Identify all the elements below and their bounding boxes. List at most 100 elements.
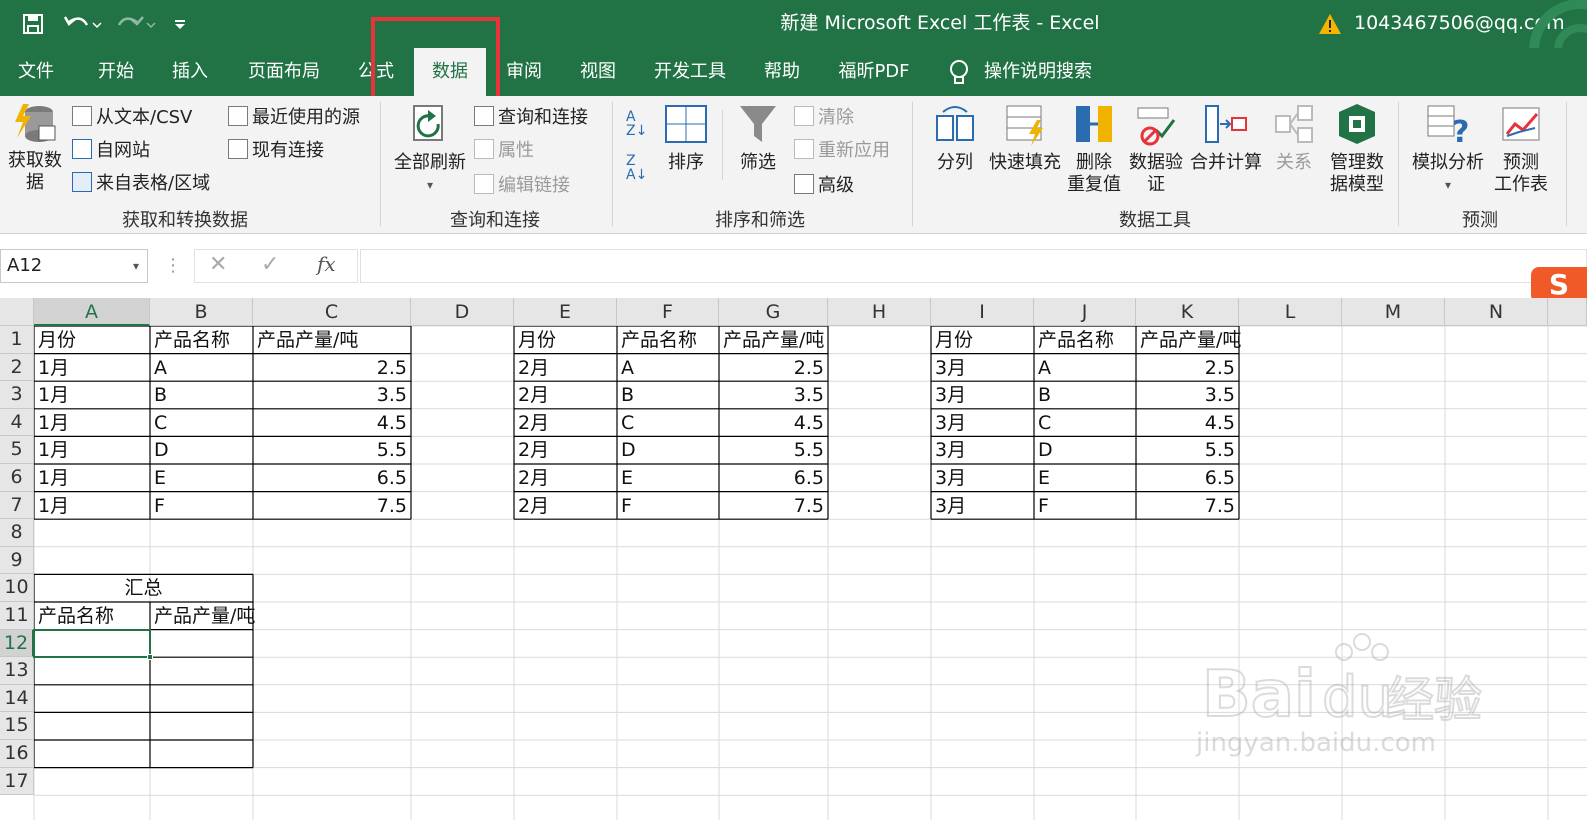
cell-product[interactable]: D <box>154 437 169 464</box>
cell-month[interactable]: 3月 <box>935 355 966 382</box>
reapply-button[interactable]: 重新应用 <box>794 135 890 163</box>
cell-product-header[interactable]: 产品名称 <box>154 327 230 354</box>
cell-product[interactable]: C <box>154 410 167 437</box>
cell-qty[interactable]: 7.5 <box>253 493 407 520</box>
column-header-a[interactable]: A <box>34 298 150 326</box>
column-header-m[interactable]: M <box>1342 298 1445 326</box>
flash-fill-button[interactable]: 快速填充 <box>986 102 1064 174</box>
cell-product[interactable]: E <box>1038 465 1050 492</box>
column-header-d[interactable]: D <box>411 298 514 326</box>
cell-product[interactable]: D <box>1038 437 1053 464</box>
cell-product[interactable]: C <box>1038 410 1051 437</box>
filter-button[interactable]: 筛选 <box>732 102 784 174</box>
cell-summary-qty-header[interactable]: 产品产量/吨 <box>154 603 255 630</box>
cell-product[interactable]: F <box>154 493 165 520</box>
cell-product[interactable]: E <box>621 465 633 492</box>
cell-month[interactable]: 2月 <box>518 355 549 382</box>
cell-month[interactable]: 1月 <box>38 382 69 409</box>
existing-connections-button[interactable]: 现有连接 <box>228 135 324 163</box>
cell-month[interactable]: 3月 <box>935 465 966 492</box>
cell-product[interactable]: A <box>154 355 167 382</box>
cancel-icon[interactable]: ✕ <box>209 252 227 277</box>
select-all-corner[interactable] <box>0 298 34 326</box>
row-header-13[interactable]: 13 <box>0 657 34 685</box>
row-header-2[interactable]: 2 <box>0 353 34 382</box>
cell-product-header[interactable]: 产品名称 <box>621 327 697 354</box>
cell-product[interactable]: B <box>1038 382 1051 409</box>
what-if-analysis-button[interactable]: ? 模拟分析 ▾ <box>1410 102 1486 196</box>
row-header-1[interactable]: 1 <box>0 326 34 354</box>
cell-month[interactable]: 1月 <box>38 355 69 382</box>
cell-qty[interactable]: 2.5 <box>719 355 824 382</box>
edit-links-button[interactable]: 编辑链接 <box>474 170 570 198</box>
cell-month[interactable]: 2月 <box>518 382 549 409</box>
cell-qty[interactable]: 6.5 <box>253 465 407 492</box>
cell-product[interactable]: B <box>154 382 167 409</box>
row-header-7[interactable]: 7 <box>0 491 34 520</box>
cell-month[interactable]: 2月 <box>518 465 549 492</box>
sort-button[interactable]: 排序 <box>660 102 712 174</box>
row-header-5[interactable]: 5 <box>0 436 34 464</box>
cell-qty-header[interactable]: 产品产量/吨 <box>257 327 358 354</box>
row-header-15[interactable]: 15 <box>0 712 34 740</box>
name-box[interactable]: A12 ▾ <box>0 249 148 283</box>
cell-qty[interactable]: 7.5 <box>719 493 824 520</box>
tab-review[interactable]: 审阅 <box>492 48 556 96</box>
row-header-11[interactable]: 11 <box>0 602 34 630</box>
column-header-j[interactable]: J <box>1034 298 1136 326</box>
fill-handle[interactable] <box>147 654 153 661</box>
cell-month[interactable]: 1月 <box>38 465 69 492</box>
column-header-h[interactable]: H <box>828 298 931 326</box>
cell-month[interactable]: 3月 <box>935 437 966 464</box>
formula-input[interactable] <box>360 249 1587 283</box>
cell-month[interactable]: 3月 <box>935 493 966 520</box>
text-to-columns-button[interactable]: 分列 <box>928 102 982 174</box>
cell-qty[interactable]: 3.5 <box>1136 382 1235 409</box>
column-header-n[interactable]: N <box>1445 298 1548 326</box>
tab-page-layout[interactable]: 页面布局 <box>236 48 332 96</box>
save-icon[interactable] <box>18 10 48 38</box>
name-box-dropdown-icon[interactable]: ▾ <box>133 250 139 282</box>
queries-connections-button[interactable]: 查询和连接 <box>474 102 588 130</box>
cell-month[interactable]: 2月 <box>518 410 549 437</box>
tab-file[interactable]: 文件 <box>4 48 68 96</box>
data-validation-button[interactable]: 数据验 证 <box>1126 102 1186 196</box>
manage-data-model-button[interactable]: 管理数 据模型 <box>1324 102 1390 196</box>
cell-qty[interactable]: 3.5 <box>253 382 407 409</box>
cell-qty-header[interactable]: 产品产量/吨 <box>1140 327 1241 354</box>
cell-qty[interactable]: 4.5 <box>253 410 407 437</box>
insert-function-icon[interactable]: fx <box>317 252 336 276</box>
row-header-9[interactable]: 9 <box>0 546 34 575</box>
get-data-button[interactable]: 获取数 据 <box>4 102 66 194</box>
row-header-6[interactable]: 6 <box>0 464 34 492</box>
cell-qty[interactable]: 6.5 <box>719 465 824 492</box>
cell-summary-product-header[interactable]: 产品名称 <box>38 603 114 630</box>
row-header-8[interactable]: 8 <box>0 519 34 547</box>
tell-me-search[interactable]: 操作说明搜索 <box>984 48 1104 96</box>
cell-qty[interactable]: 4.5 <box>1136 410 1235 437</box>
active-cell-a12[interactable] <box>33 628 151 659</box>
tab-help[interactable]: 帮助 <box>750 48 814 96</box>
cell-product[interactable]: A <box>1038 355 1051 382</box>
cell-qty[interactable]: 4.5 <box>719 410 824 437</box>
properties-button[interactable]: 属性 <box>474 135 534 163</box>
tab-view[interactable]: 视图 <box>566 48 630 96</box>
row-header-10[interactable]: 10 <box>0 574 34 602</box>
column-header-c[interactable]: C <box>253 298 411 326</box>
cell-month[interactable]: 3月 <box>935 410 966 437</box>
row-header-4[interactable]: 4 <box>0 408 34 437</box>
redo-icon[interactable] <box>114 10 160 38</box>
cell-qty[interactable]: 5.5 <box>253 437 407 464</box>
row-header-17[interactable]: 17 <box>0 767 34 796</box>
refresh-all-button[interactable]: 全部刷新 ▾ <box>392 102 468 196</box>
cell-qty[interactable]: 2.5 <box>253 355 407 382</box>
from-web-button[interactable]: 自网站 <box>72 135 150 163</box>
cell-qty[interactable]: 2.5 <box>1136 355 1235 382</box>
cell-product[interactable]: B <box>621 382 634 409</box>
cell-summary-title[interactable]: 汇总 <box>34 575 253 602</box>
remove-duplicates-button[interactable]: 删除 重复值 <box>1066 102 1122 196</box>
tab-home[interactable]: 开始 <box>84 48 148 96</box>
tab-formulas[interactable]: 公式 <box>344 48 408 96</box>
tab-developer[interactable]: 开发工具 <box>640 48 740 96</box>
column-header-g[interactable]: G <box>719 298 828 326</box>
